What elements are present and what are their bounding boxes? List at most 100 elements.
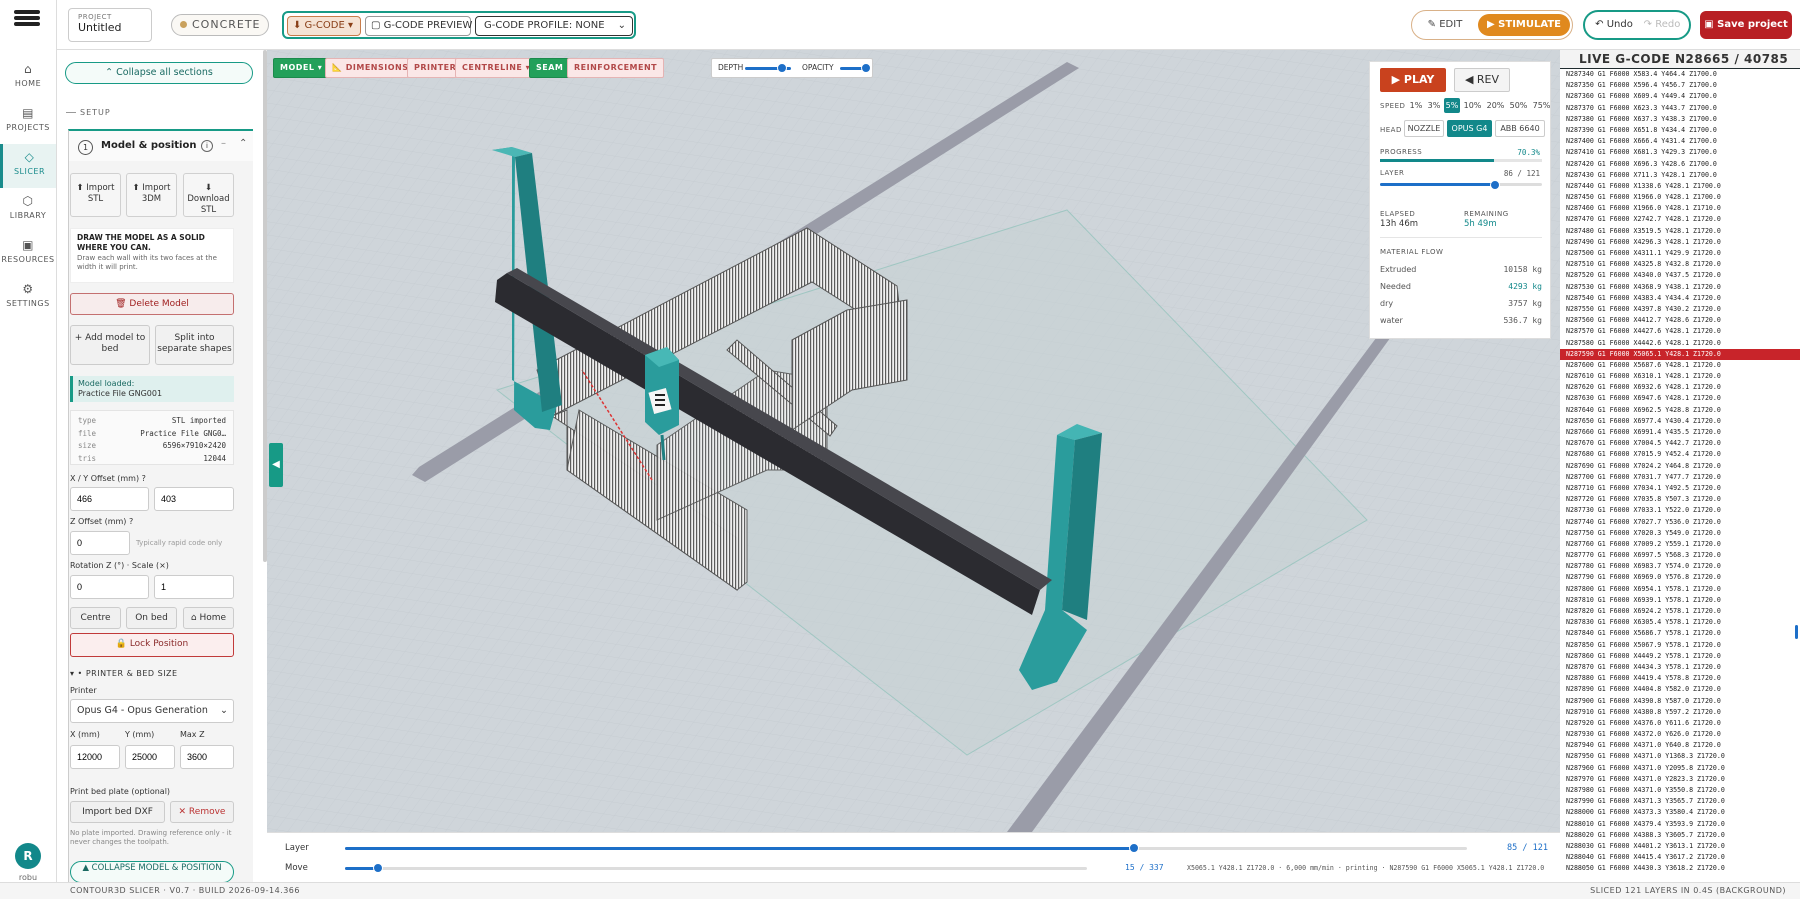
- gcode-line[interactable]: N287430 G1 F6000 X711.3 Y428.1 Z1700.0: [1560, 170, 1800, 181]
- info-icon[interactable]: i: [201, 140, 213, 152]
- gcode-line[interactable]: N287400 G1 F6000 X666.4 Y431.4 Z1700.0: [1560, 136, 1800, 147]
- import-3dm-button[interactable]: ⬆ Import 3DM: [126, 173, 177, 217]
- speed-option[interactable]: 3%: [1426, 98, 1442, 113]
- gcode-line[interactable]: N287480 G1 F6000 X3519.5 Y428.1 Z1720.0: [1560, 226, 1800, 237]
- gcode-line[interactable]: N288050 G1 F6000 X4430.3 Y3618.2 Z1720.0: [1560, 863, 1800, 874]
- gcode-line[interactable]: N287660 G1 F6000 X6991.4 Y435.5 Z1720.0: [1560, 427, 1800, 438]
- gcode-line[interactable]: N287890 G1 F6000 X4404.8 Y582.0 Z1720.0: [1560, 684, 1800, 695]
- gcode-line[interactable]: N287450 G1 F6000 X1966.0 Y428.1 Z1700.0: [1560, 192, 1800, 203]
- gcode-line[interactable]: N287840 G1 F6000 X5686.7 Y578.1 Z1720.0: [1560, 628, 1800, 639]
- gcode-line[interactable]: N287710 G1 F6000 X7034.1 Y492.5 Z1720.0: [1560, 483, 1800, 494]
- gcode-line[interactable]: N287720 G1 F6000 X7035.8 Y507.3 Z1720.0: [1560, 494, 1800, 505]
- collapse-model-button[interactable]: ▲ COLLAPSE MODEL & POSITION: [70, 861, 234, 883]
- gcode-line[interactable]: N287620 G1 F6000 X6932.6 Y428.1 Z1720.0: [1560, 382, 1800, 393]
- gcode-line[interactable]: N288010 G1 F6000 X4379.4 Y3593.9 Z1720.0: [1560, 819, 1800, 830]
- gcode-download-button[interactable]: ⬇ G-CODE ▾: [287, 16, 361, 36]
- edit-button[interactable]: ✎ EDIT: [1418, 14, 1472, 36]
- gcode-line[interactable]: N288030 G1 F6000 X4401.2 Y3613.1 Z1720.0: [1560, 841, 1800, 852]
- head-option[interactable]: ABB 6640: [1495, 120, 1545, 137]
- centreline-menu-button[interactable]: CENTRELINE ▾: [455, 58, 538, 78]
- depth-slider-knob[interactable]: [776, 63, 787, 73]
- gcode-line[interactable]: N287550 G1 F6000 X4397.8 Y430.2 Z1720.0: [1560, 304, 1800, 315]
- 3d-viewport[interactable]: MODEL ▾ 📐 DIMENSIONS ▾ PRINTER CENTRELIN…: [267, 50, 1560, 832]
- gcode-line[interactable]: N287560 G1 F6000 X4412.7 Y428.6 Z1720.0: [1560, 315, 1800, 326]
- gcode-line[interactable]: N287730 G1 F6000 X7033.1 Y522.0 Z1720.0: [1560, 505, 1800, 516]
- gcode-line[interactable]: N287600 G1 F6000 X5687.6 Y428.1 Z1720.0: [1560, 360, 1800, 371]
- gcode-line[interactable]: N287860 G1 F6000 X4449.2 Y578.1 Z1720.0: [1560, 651, 1800, 662]
- gcode-profile-select[interactable]: G-CODE PROFILE: NONE ⌄: [475, 16, 633, 36]
- scale-input[interactable]: [154, 575, 234, 599]
- scene-canvas[interactable]: [267, 50, 1560, 832]
- speed-option[interactable]: 10%: [1462, 98, 1483, 113]
- gcode-line[interactable]: N287960 G1 F6000 X4371.0 Y2095.8 Z1720.0: [1560, 763, 1800, 774]
- gcode-line[interactable]: N287790 G1 F6000 X6969.0 Y576.8 Z1720.0: [1560, 572, 1800, 583]
- gcode-line[interactable]: N287410 G1 F6000 X681.3 Y429.3 Z1700.0: [1560, 147, 1800, 158]
- gcode-line[interactable]: N287500 G1 F6000 X4311.1 Y429.9 Z1720.0: [1560, 248, 1800, 259]
- gcode-line[interactable]: N287690 G1 F6000 X7024.2 Y464.8 Z1720.0: [1560, 461, 1800, 472]
- speed-option[interactable]: 75%: [1531, 98, 1552, 113]
- gcode-line[interactable]: N288000 G1 F6000 X4373.3 Y3580.4 Z1720.0: [1560, 807, 1800, 818]
- gcode-line[interactable]: N287610 G1 F6000 X6310.1 Y428.1 Z1720.0: [1560, 371, 1800, 382]
- nav-item-settings[interactable]: ⚙ SETTINGS: [0, 276, 56, 320]
- on-bed-button[interactable]: On bed: [126, 607, 177, 629]
- gcode-line[interactable]: N287340 G1 F6000 X583.4 Y464.4 Z1700.0: [1560, 69, 1800, 80]
- timeline-layer-knob[interactable]: [1128, 843, 1139, 853]
- gcode-line[interactable]: N287650 G1 F6000 X6977.4 Y430.4 Z1720.0: [1560, 416, 1800, 427]
- remove-plate-button[interactable]: ✕ Remove: [170, 801, 234, 823]
- printer-select[interactable]: Opus G4 - Opus Generation ⌄: [70, 699, 234, 723]
- app-logo[interactable]: [14, 8, 40, 30]
- gcode-line[interactable]: N287700 G1 F6000 X7031.7 Y477.7 Z1720.0: [1560, 472, 1800, 483]
- gcode-line-current[interactable]: N287590 G1 F6000 X5065.1 Y428.1 Z1720.0: [1560, 348, 1800, 360]
- opacity-slider-knob[interactable]: [860, 63, 871, 73]
- x-offset-input[interactable]: [70, 487, 149, 511]
- z-offset-input[interactable]: [70, 531, 130, 555]
- import-dxf-button[interactable]: Import bed DXF: [70, 801, 165, 823]
- gcode-line[interactable]: N287390 G1 F6000 X651.8 Y434.4 Z1700.0: [1560, 125, 1800, 136]
- centre-button[interactable]: Centre: [70, 607, 121, 629]
- gcode-line[interactable]: N288040 G1 F6000 X4415.4 Y3617.2 Z1720.0: [1560, 852, 1800, 863]
- gcode-line[interactable]: N287760 G1 F6000 X7009.2 Y559.1 Z1720.0: [1560, 539, 1800, 550]
- gcode-line[interactable]: N287350 G1 F6000 X596.4 Y456.7 Z1700.0: [1560, 80, 1800, 91]
- gcode-line[interactable]: N287580 G1 F6000 X4442.6 Y428.1 Z1720.0: [1560, 338, 1800, 349]
- model-menu-button[interactable]: MODEL ▾: [273, 58, 330, 78]
- undo-button[interactable]: ↶ Undo: [1591, 14, 1637, 36]
- gcode-line[interactable]: N287630 G1 F6000 X6947.6 Y428.1 Z1720.0: [1560, 393, 1800, 404]
- timeline-layer-slider[interactable]: [345, 847, 1467, 850]
- model-position-header[interactable]: 1 Model & position i – ⌃: [68, 129, 253, 161]
- bed-x-input[interactable]: [70, 745, 120, 769]
- speed-option[interactable]: 50%: [1508, 98, 1529, 113]
- speed-option[interactable]: 5%: [1444, 98, 1460, 113]
- gcode-line[interactable]: N287510 G1 F6000 X4325.8 Y432.8 Z1720.0: [1560, 259, 1800, 270]
- gcode-line[interactable]: N287420 G1 F6000 X696.3 Y428.6 Z1700.0: [1560, 159, 1800, 170]
- gcode-line[interactable]: N287930 G1 F6000 X4372.0 Y626.0 Z1720.0: [1560, 729, 1800, 740]
- timeline-move-slider[interactable]: [345, 867, 1087, 870]
- gcode-line[interactable]: N287830 G1 F6000 X6305.4 Y578.1 Z1720.0: [1560, 617, 1800, 628]
- project-name-box[interactable]: PROJECT Untitled: [68, 8, 152, 42]
- gcode-line[interactable]: N287740 G1 F6000 X7027.7 Y536.0 Z1720.0: [1560, 517, 1800, 528]
- download-stl-button[interactable]: ⬇ Download STL: [183, 173, 234, 217]
- gcode-line[interactable]: N287810 G1 F6000 X6939.1 Y578.1 Z1720.0: [1560, 595, 1800, 606]
- gcode-line[interactable]: N287920 G1 F6000 X4376.0 Y611.6 Z1720.0: [1560, 718, 1800, 729]
- gcode-line[interactable]: N287380 G1 F6000 X637.3 Y438.3 Z1700.0: [1560, 114, 1800, 125]
- head-option[interactable]: OPUS G4: [1447, 120, 1492, 137]
- gcode-line[interactable]: N287530 G1 F6000 X4368.9 Y438.1 Z1720.0: [1560, 282, 1800, 293]
- speed-option[interactable]: 1%: [1408, 98, 1424, 113]
- chevron-up-icon[interactable]: ⌃: [239, 138, 247, 149]
- gcode-line[interactable]: N287520 G1 F6000 X4340.0 Y437.5 Z1720.0: [1560, 270, 1800, 281]
- rotation-input[interactable]: [70, 575, 149, 599]
- nav-item-projects[interactable]: ▤ PROJECTS: [0, 100, 56, 144]
- nav-item-home[interactable]: ⌂ HOME: [0, 56, 56, 100]
- nav-item-library[interactable]: ⬡ LIBRARY: [0, 188, 56, 232]
- play-button[interactable]: ▶ PLAY: [1380, 68, 1446, 92]
- gcode-line[interactable]: N287640 G1 F6000 X6962.5 Y428.8 Z1720.0: [1560, 405, 1800, 416]
- gcode-line[interactable]: N287900 G1 F6000 X4390.8 Y587.0 Z1720.0: [1560, 696, 1800, 707]
- gcode-line[interactable]: N287870 G1 F6000 X4434.3 Y578.1 Z1720.0: [1560, 662, 1800, 673]
- y-offset-input[interactable]: [154, 487, 234, 511]
- nav-item-resources[interactable]: ▣ RESOURCES: [0, 232, 56, 276]
- layer-slider-knob[interactable]: [1490, 180, 1501, 190]
- split-shapes-button[interactable]: Split into separate shapes: [155, 325, 234, 365]
- reverse-button[interactable]: ◀ REV: [1454, 68, 1510, 92]
- home-button[interactable]: ⌂ Home: [183, 607, 234, 629]
- nav-item-slicer[interactable]: ◇ SLICER: [0, 144, 56, 188]
- user-avatar[interactable]: R: [15, 843, 41, 869]
